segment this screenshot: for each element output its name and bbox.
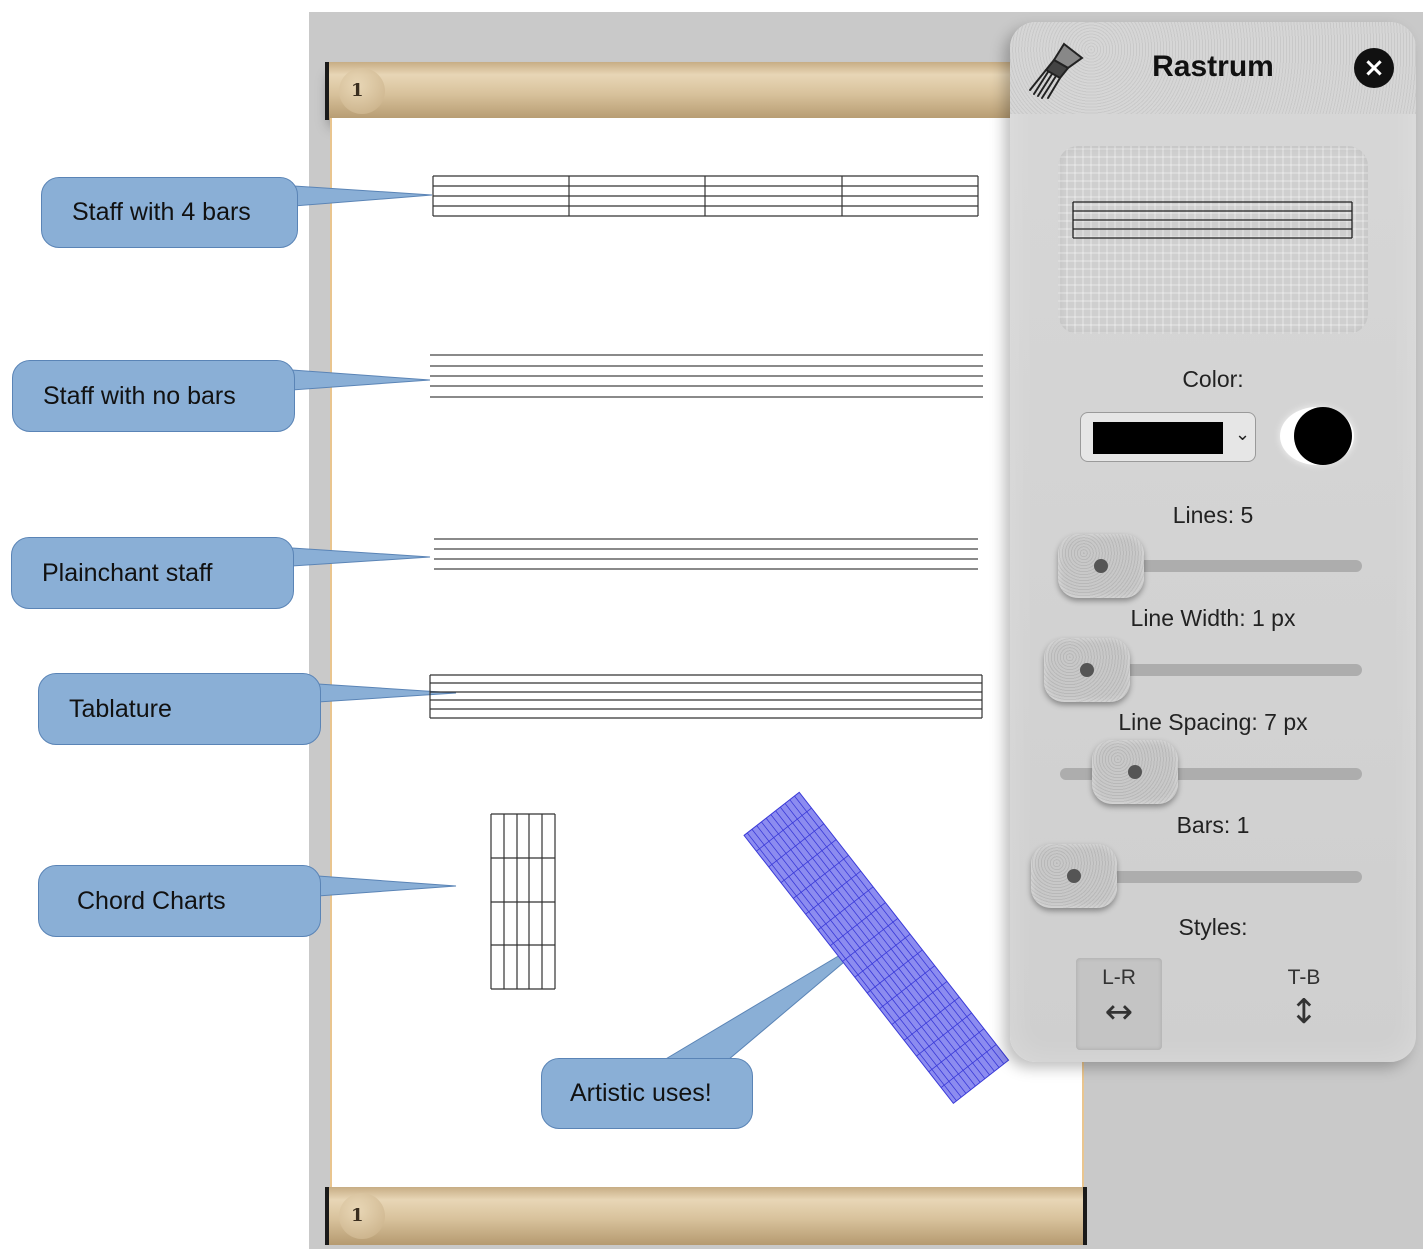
bars-slider-thumb[interactable]	[1031, 844, 1117, 908]
chevron-down-icon: ⌄	[1235, 424, 1251, 445]
callout-tail	[317, 683, 457, 703]
callout-tail	[291, 547, 431, 567]
callout-text: Plainchant staff	[42, 558, 213, 587]
plainchant-staff	[434, 538, 978, 570]
callout-staff-4-bars: Staff with 4 bars	[41, 177, 298, 248]
line-width-label: Line Width: 1 px	[1130, 605, 1296, 631]
close-icon: ×	[1363, 53, 1385, 83]
preview-staff	[1072, 201, 1353, 239]
callout-text: Staff with no bars	[43, 381, 236, 410]
style-lr-label: L-R	[1102, 966, 1136, 989]
callout-tail	[317, 875, 457, 897]
style-left-right-button[interactable]: L-R ↔	[1076, 958, 1162, 1050]
staff-preview	[1058, 146, 1368, 334]
callout-staff-no-bars: Staff with no bars	[12, 360, 295, 432]
staff-4-bars	[432, 175, 979, 217]
style-top-bottom-button[interactable]: T-B ↕	[1261, 958, 1347, 1050]
tablature-staff	[429, 674, 983, 719]
styles-label: Styles:	[1178, 914, 1248, 940]
color-preview-dot	[1294, 407, 1352, 465]
color-swatch	[1093, 422, 1223, 454]
thumb-dot	[1067, 869, 1081, 883]
style-tb-label: T-B	[1287, 966, 1321, 989]
lines-label: Lines: 5	[1172, 502, 1254, 528]
callout-text: Staff with 4 bars	[72, 198, 251, 226]
color-picker-button[interactable]	[1280, 407, 1354, 465]
thumb-dot	[1080, 663, 1094, 677]
callout-artistic: Artistic uses!	[541, 1058, 753, 1129]
arrow-up-down-icon: ↕	[1289, 992, 1319, 1032]
callout-chord-charts: Chord Charts	[38, 865, 321, 937]
arrow-left-right-icon: ↔	[1104, 992, 1134, 1032]
callout-tablature: Tablature	[38, 673, 321, 745]
line-width-slider-thumb[interactable]	[1044, 638, 1130, 702]
line-spacing-label: Line Spacing: 7 px	[1118, 709, 1308, 735]
thumb-dot	[1094, 559, 1108, 573]
rastrum-panel: Rastrum × Color: ⌄ Lines: 5 Line Width: …	[1010, 22, 1416, 1062]
callout-text: Artistic uses!	[570, 1079, 712, 1107]
callout-text: Tablature	[69, 694, 172, 723]
line-spacing-slider-thumb[interactable]	[1092, 740, 1178, 804]
callout-text: Chord Charts	[77, 886, 226, 915]
staff-no-bars	[430, 354, 983, 398]
thumb-dot	[1128, 765, 1142, 779]
app-stage: 1 1 Staff with 4 bars Staff with no bars…	[0, 0, 1423, 1249]
chord-chart	[490, 813, 556, 990]
callout-tail	[291, 369, 431, 391]
color-select[interactable]: ⌄	[1080, 412, 1256, 462]
lines-slider-thumb[interactable]	[1058, 534, 1144, 598]
color-label: Color:	[1182, 366, 1244, 392]
callout-plainchant: Plainchant staff	[11, 537, 294, 609]
callout-tail	[293, 185, 433, 207]
artistic-pattern	[743, 791, 1010, 1105]
bars-label: Bars: 1	[1176, 812, 1250, 838]
close-button[interactable]: ×	[1354, 48, 1394, 88]
